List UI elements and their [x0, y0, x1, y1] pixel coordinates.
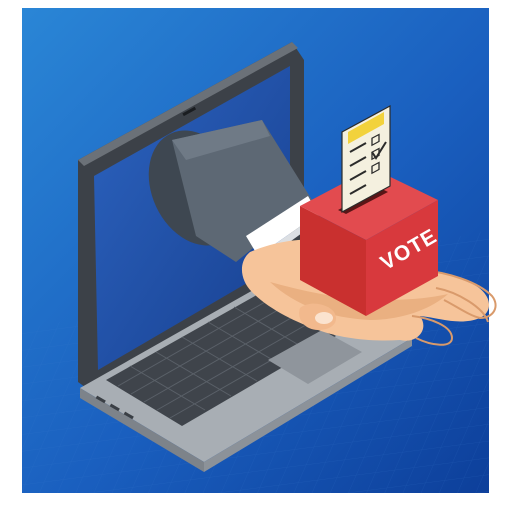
thumbnail [315, 312, 333, 324]
e-voting-illustration: VOTE [22, 8, 497, 493]
